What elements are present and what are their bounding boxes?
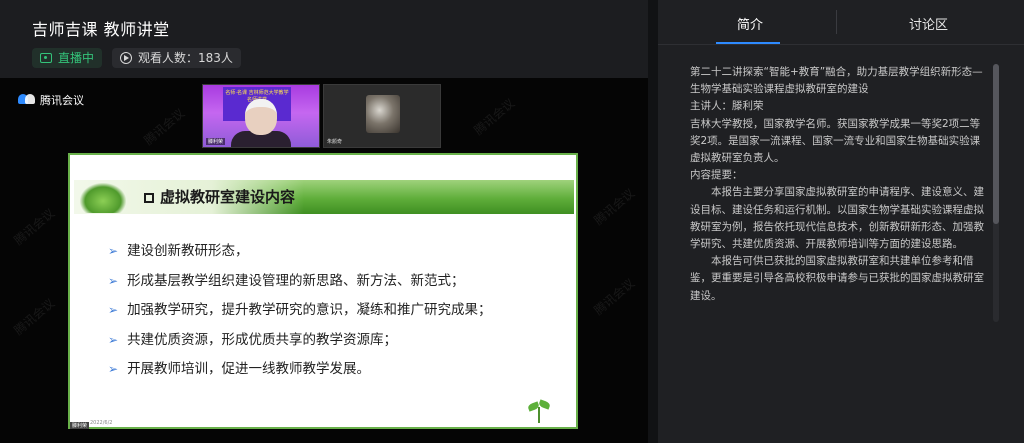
watermark-text: 腾讯会议 bbox=[591, 186, 638, 228]
camera-icon bbox=[40, 53, 52, 63]
watermark-text: 腾讯会议 bbox=[591, 276, 638, 318]
play-icon bbox=[120, 52, 132, 64]
viewer-count-label: 观看人数：183人 bbox=[138, 51, 233, 65]
stream-title: 吉师吉课 教师讲堂 bbox=[32, 20, 170, 39]
arrow-bullet-icon: ➢ bbox=[108, 273, 119, 288]
slide-bullet: ➢ 建设创新教研形态， bbox=[108, 243, 249, 259]
slide-date: 2022/6/2 bbox=[90, 420, 113, 426]
tab-intro[interactable]: 简介 bbox=[737, 14, 763, 33]
participant-name: 朱颜奇 bbox=[327, 139, 343, 145]
scrollbar-thumb[interactable] bbox=[993, 64, 999, 224]
slide-bullet: ➢ 共建优质资源，形成优质共享的教学资源库； bbox=[108, 331, 398, 348]
intro-paragraph: 本报告主要分享国家虚拟教研室的申请程序、建设意义、建设目标、建设任务和运行机制。… bbox=[690, 186, 984, 251]
slide-bullet-list: ➢ 建设创新教研形态， ➢ 形成基层教学组织建设管理的新思路、新方法、新范式； ➢ 加… bbox=[108, 241, 492, 389]
arrow-bullet-icon: ➢ bbox=[108, 303, 119, 317]
leaf-decoration bbox=[80, 183, 126, 213]
intro-text: 第二十二讲探索“智能+教育”融合，助力基层教学组织新形态—生物学基础实验课程虚拟… bbox=[690, 64, 990, 322]
speaker-avatar bbox=[245, 99, 277, 135]
checkbox-square-icon bbox=[144, 193, 154, 203]
participant-avatar bbox=[366, 95, 400, 133]
presentation-slide: 虚拟教研室建设内容 ➢ 建设创新教研形态， ➢ 形成基层教学组织建设管理的新思路、新… bbox=[68, 153, 578, 429]
video-area: 吉师吉课 教师讲堂 直播中 观看人数：183人 腾讯会议 腾讯会议 腾讯会议 腾… bbox=[0, 0, 648, 443]
side-panel: 简介 讨论区 第二十二讲探索“智能+教育”融合，助力基层教学组织新形态—生物学基… bbox=[658, 0, 1024, 443]
viewer-count: 观看人数：183人 bbox=[112, 48, 241, 68]
watermark-text: 腾讯会议 bbox=[11, 206, 58, 248]
sprout-icon bbox=[526, 399, 552, 423]
stream-header: 吉师吉课 教师讲堂 直播中 观看人数：183人 bbox=[0, 0, 648, 78]
live-label: 直播中 bbox=[58, 51, 95, 65]
slide-title: 虚拟教研室建设内容 bbox=[144, 186, 295, 207]
arrow-bullet-icon: ➢ bbox=[108, 362, 119, 376]
live-stream-page: 吉师吉课 教师讲堂 直播中 观看人数：183人 腾讯会议 腾讯会议 腾讯会议 腾… bbox=[0, 0, 1024, 443]
participant-video-2[interactable]: 朱颜奇 bbox=[323, 84, 441, 148]
slide-bullet: ➢ 加强教学研究，提升教学研究的意识，凝练和推广研究成果； bbox=[108, 302, 492, 318]
intro-paragraph: 第二十二讲探索“智能+教育”融合，助力基层教学组织新形态—生物学基础实验课程虚拟… bbox=[690, 66, 983, 96]
intro-paragraph: 本报告可供已获批的国家虚拟教研室和共建单位参考和借鉴，更重要是引导各高校积极申请… bbox=[690, 255, 984, 302]
slide-bullet: ➢ 开展教师培训，促进一线教师教学发展。 bbox=[108, 361, 371, 377]
intro-paragraph: 主讲人：滕利荣 bbox=[690, 100, 764, 113]
app-name: 腾讯会议 bbox=[40, 94, 84, 107]
participant-video-1[interactable]: 名师·名课 吉林师范大学教学名师讲堂 滕利荣 bbox=[202, 84, 320, 148]
live-status-badge: 直播中 bbox=[32, 48, 103, 68]
speaker-name-tag: 滕利荣 bbox=[70, 422, 90, 429]
intro-paragraph: 吉林大学教授，国家教学名师。获国家教学成果一等奖2项二等奖2项。是国家一流课程、… bbox=[690, 117, 981, 165]
tab-discussion[interactable]: 讨论区 bbox=[909, 14, 948, 33]
tab-divider bbox=[836, 10, 837, 34]
watermark-text: 腾讯会议 bbox=[11, 296, 58, 338]
participant-name: 滕利荣 bbox=[206, 138, 226, 145]
intro-scrollbar[interactable] bbox=[993, 64, 999, 322]
arrow-bullet-icon: ➢ bbox=[108, 332, 119, 347]
active-tab-indicator bbox=[716, 42, 780, 44]
panel-tabs: 简介 讨论区 bbox=[658, 0, 1024, 45]
watermark-text: 腾讯会议 bbox=[141, 106, 188, 148]
arrow-bullet-icon: ➢ bbox=[108, 244, 119, 258]
watermark-text: 腾讯会议 bbox=[471, 96, 518, 138]
slide-bullet: ➢ 形成基层教学组织建设管理的新思路、新方法、新范式； bbox=[108, 272, 465, 289]
tencent-meeting-logo: 腾讯会议 bbox=[18, 92, 84, 108]
intro-paragraph: 内容提要： bbox=[690, 169, 743, 182]
tencent-meeting-icon bbox=[18, 94, 36, 104]
